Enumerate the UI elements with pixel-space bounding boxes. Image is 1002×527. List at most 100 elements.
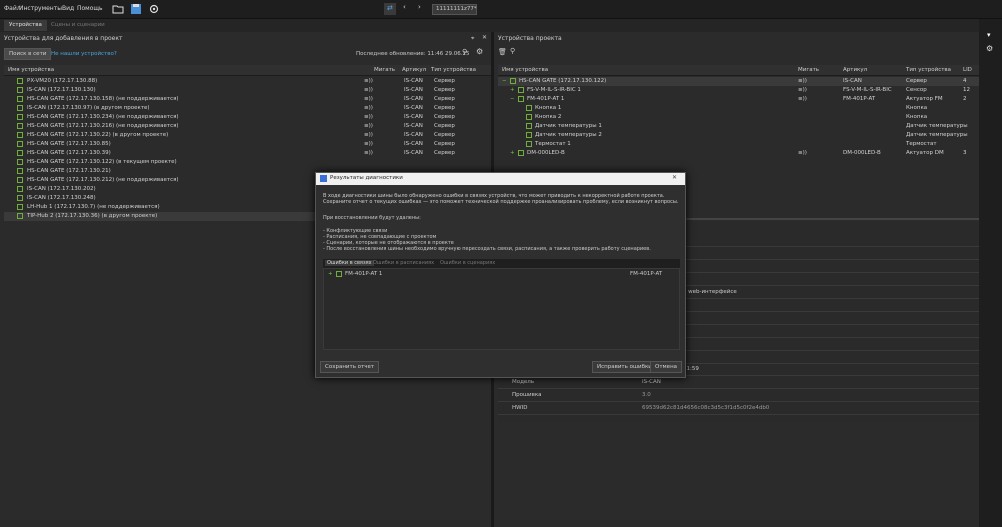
device-type: Сервер	[434, 105, 455, 111]
back-icon[interactable]: ‹	[403, 3, 406, 11]
col-article[interactable]: Артикул	[843, 67, 867, 73]
blink-icon[interactable]: ≡))	[364, 150, 373, 156]
tab-scenario-errors[interactable]: Ошибки в сценариях	[440, 260, 495, 266]
tree-row[interactable]: Датчик температуры 1 Датчик температуры	[498, 122, 979, 131]
expand-toggle-icon[interactable]: −	[502, 78, 507, 84]
pin-icon[interactable]: ⌖	[471, 35, 474, 43]
device-icon	[526, 141, 532, 147]
error-row[interactable]: + FM-401P-AT 1 FM-401P-AT	[326, 270, 677, 279]
device-icon	[17, 105, 23, 111]
project-name-field[interactable]: 11111111z77*	[432, 4, 477, 15]
blink-icon[interactable]: ≡))	[364, 96, 373, 102]
table-row[interactable]: HS-CAN GATE (172.17.130.234) (не поддерж…	[4, 113, 491, 122]
blink-icon[interactable]: ≡))	[798, 78, 807, 84]
device-type: Сервер	[434, 78, 455, 84]
col-article[interactable]: Артикул	[402, 67, 426, 73]
col-name[interactable]: Имя устройства	[502, 67, 548, 73]
blink-icon[interactable]: ≡))	[798, 87, 807, 93]
device-icon	[526, 105, 532, 111]
dialog-titlebar: Результаты диагностики ✕	[316, 173, 685, 185]
col-type[interactable]: Тип устройства	[431, 67, 476, 73]
last-update-text: Последнее обновление: 11:46 29.06.25	[356, 51, 470, 57]
tree-row[interactable]: Датчик температуры 2 Датчик температуры	[498, 131, 979, 140]
expand-toggle-icon[interactable]: +	[510, 150, 515, 156]
expand-icon[interactable]: +	[328, 271, 333, 277]
device-icon	[17, 78, 23, 84]
blink-icon[interactable]: ≡))	[798, 96, 807, 102]
blink-icon[interactable]: ≡))	[364, 123, 373, 129]
device-lid: 3	[963, 150, 967, 156]
search-icon[interactable]: ⚲	[510, 47, 515, 55]
table-row[interactable]: HS-CAN GATE (172.17.130.216) (не поддерж…	[4, 122, 491, 131]
tab-devices[interactable]: Устройства	[4, 20, 47, 31]
sync-button[interactable]: ⇄	[384, 3, 396, 15]
menu-help[interactable]: Помощь	[77, 5, 103, 12]
save-report-button[interactable]: Сохранить отчет	[320, 361, 380, 373]
hwid-value: 69539d62c81d4656c08c3d5c3f1d5c0f2e4db0	[642, 405, 770, 411]
col-blink[interactable]: Мигать	[798, 67, 819, 73]
save-icon[interactable]	[130, 3, 142, 15]
device-icon	[17, 132, 23, 138]
blink-icon[interactable]: ≡))	[364, 87, 373, 93]
open-folder-icon[interactable]	[112, 3, 124, 15]
tree-row[interactable]: Кнопка 1 Кнопка	[498, 104, 979, 113]
not-found-link[interactable]: Не нашли устройство?	[51, 51, 117, 57]
cancel-button[interactable]: Отмена	[650, 361, 683, 373]
tree-row[interactable]: + FS-V-M-IL-S-IR-BIC 1 ≡)) FS-V-M-IL-S-IR-B…	[498, 86, 979, 95]
table-row[interactable]: HS-CAN GATE (172.17.130.85) ≡)) IS-CAN Серв…	[4, 140, 491, 149]
tree-row[interactable]: Кнопка 2 Кнопка	[498, 113, 979, 122]
fix-errors-button[interactable]: Исправить ошибки	[592, 361, 657, 373]
settings-icon[interactable]	[148, 3, 160, 15]
device-type: Термостат	[906, 141, 937, 147]
device-name: IS-CAN (172.17.130.202)	[27, 186, 96, 192]
blink-icon[interactable]: ≡))	[364, 141, 373, 147]
delete-icon[interactable]: 🗑	[498, 48, 507, 56]
table-row[interactable]: IS-CAN (172.17.130.97) (в другом проекте…	[4, 104, 491, 113]
col-lid[interactable]: LID	[963, 67, 972, 73]
menu-view[interactable]: Вид	[62, 5, 74, 12]
device-article: FS-V-M-IL-S-IR-BIC	[843, 87, 892, 93]
blink-icon[interactable]: ≡))	[364, 78, 373, 84]
col-blink[interactable]: Мигать	[374, 67, 395, 73]
search-network-button[interactable]: Поиск в сети	[4, 48, 52, 60]
tree-row[interactable]: Термостат 1 Термостат	[498, 140, 979, 149]
blink-icon[interactable]: ≡))	[364, 114, 373, 120]
tab-schedule-errors[interactable]: Ошибки в расписаниях	[373, 260, 434, 266]
menu-bar: Файл Инструменты Вид Помощь ⇄ ‹ › 111111…	[0, 0, 1002, 19]
blink-icon[interactable]: ≡))	[364, 105, 373, 111]
tree-row[interactable]: − FM-401P-AT 1 ≡)) FM-401P-AT Актуатор FM 2	[498, 95, 979, 104]
tree-row[interactable]: + DM-000LED-B ≡)) DM-000LED-B Актуатор DM 3	[498, 149, 979, 158]
device-icon	[17, 159, 23, 165]
close-panel-icon[interactable]: ✕	[482, 34, 487, 41]
table-row[interactable]: HS-CAN GATE (172.17.130.122) (в текущем …	[4, 158, 491, 167]
table-row[interactable]: IS-CAN (172.17.130.130) ≡)) IS-CAN Сервер	[4, 86, 491, 95]
blink-icon[interactable]: ≡))	[364, 132, 373, 138]
blink-icon[interactable]: ≡))	[798, 150, 807, 156]
tab-scenes[interactable]: Сцены и сценарии	[46, 20, 110, 31]
table-row[interactable]: PX-VM20 (172.17.130.88) ≡)) IS-CAN Сервер	[4, 77, 491, 86]
close-icon[interactable]: ✕	[672, 174, 677, 181]
col-name[interactable]: Имя устройства	[8, 67, 54, 73]
expand-toggle-icon[interactable]: +	[510, 87, 515, 93]
device-type: Сервер	[434, 150, 455, 156]
gear-icon[interactable]: ⚙	[986, 44, 993, 53]
device-name: HS-CAN GATE (172.17.130.234) (не поддерж…	[27, 114, 179, 120]
tab-link-errors[interactable]: Ошибки в связях	[325, 260, 374, 266]
settings-icon[interactable]: ⚙	[476, 47, 483, 56]
device-name: HS-CAN GATE (172.17.130.122) (в текущем …	[27, 159, 177, 165]
web-interface-text: о web-интерфейсе	[683, 289, 737, 295]
table-row[interactable]: HS-CAN GATE (172.17.130.158) (не поддерж…	[4, 95, 491, 104]
device-article: IS-CAN	[404, 96, 423, 102]
expand-toggle-icon[interactable]: −	[510, 96, 515, 102]
col-type[interactable]: Тип устройства	[906, 67, 951, 73]
tree-row[interactable]: − HS-CAN GATE (172.17.130.122) ≡)) IS-CAN Се…	[498, 77, 979, 86]
forward-icon[interactable]: ›	[418, 3, 421, 11]
device-icon	[17, 204, 23, 210]
dropdown-arrow-icon[interactable]: ▾	[987, 31, 991, 39]
search-icon[interactable]: ⚲	[462, 48, 467, 56]
prop-row-model: Модель IS-CAN	[498, 377, 979, 389]
model-value: IS-CAN	[642, 379, 661, 385]
table-row[interactable]: HS-CAN GATE (172.17.130.22) (в другом пр…	[4, 131, 491, 140]
table-row[interactable]: HS-CAN GATE (172.17.130.39) ≡)) IS-CAN Серв…	[4, 149, 491, 158]
menu-tools[interactable]: Инструменты	[19, 5, 62, 12]
